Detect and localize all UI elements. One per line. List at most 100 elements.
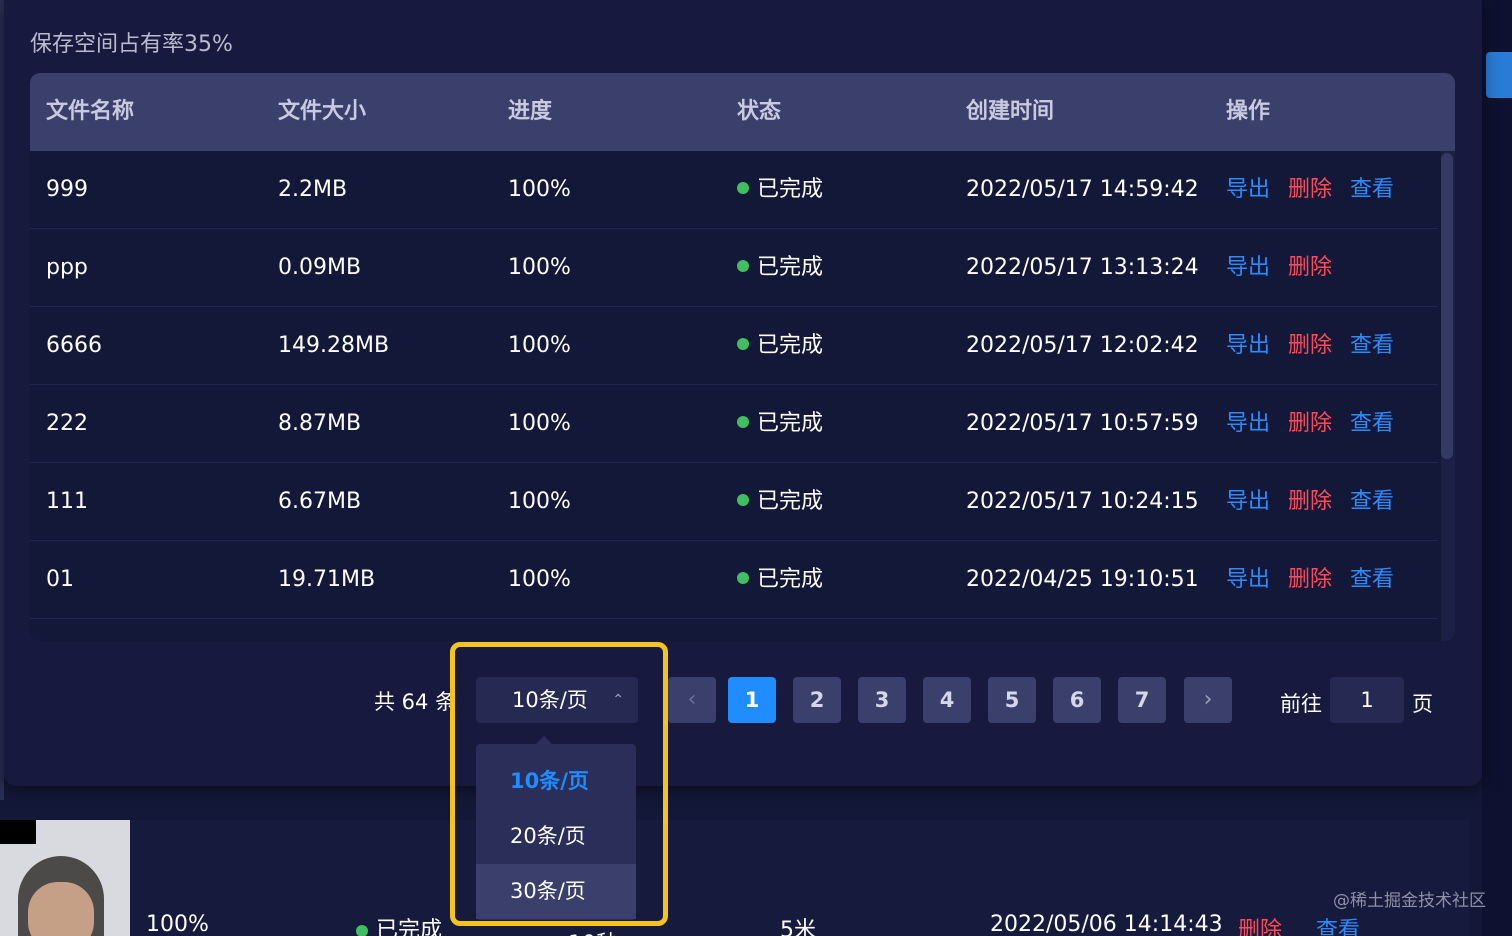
cell-status: 已完成 — [737, 463, 823, 541]
page-button-2[interactable]: 2 — [793, 677, 841, 723]
view-link[interactable]: 查看 — [1350, 177, 1394, 202]
cell-actions: 导出 删除 — [1226, 229, 1350, 307]
header-status: 状态 — [737, 99, 782, 124]
cell-progress: 100% — [508, 255, 571, 280]
status-dot-icon — [737, 260, 749, 272]
background-status: 已完成 — [356, 912, 442, 936]
page-button-6[interactable]: 6 — [1053, 677, 1101, 723]
chevron-right-icon: › — [1203, 687, 1213, 712]
page-button-4[interactable]: 4 — [923, 677, 971, 723]
status-label: 已完成 — [757, 177, 824, 202]
cell-actions: 导出 删除 查看 — [1226, 385, 1412, 463]
cell-file-size: 149.28MB — [278, 333, 390, 358]
cell-created-time: 2022/04/25 19:10:51 — [966, 567, 1199, 592]
cell-file-name: ppp — [46, 255, 88, 280]
cell-actions: 导出 删除 查看 — [1226, 541, 1412, 619]
cell-status: 已完成 — [737, 541, 823, 619]
export-link[interactable]: 导出 — [1226, 411, 1270, 436]
file-table: 文件名称 文件大小 进度 状态 创建时间 操作 999 2.2MB 100% 已… — [30, 73, 1455, 641]
cell-actions: 导出 删除 查看 — [1226, 463, 1412, 541]
cell-created-time: 2022/05/17 10:24:15 — [966, 489, 1199, 514]
cell-file-size: 0.09MB — [278, 255, 362, 280]
cell-progress: 100% — [508, 333, 571, 358]
background-right-strip — [1482, 0, 1512, 936]
export-link[interactable]: 导出 — [1226, 255, 1270, 280]
background-distance: 5米 — [780, 918, 816, 936]
page-button-5[interactable]: 5 — [988, 677, 1036, 723]
goto-label: 前往 — [1280, 692, 1322, 716]
annotation-highlight-box — [450, 642, 668, 926]
view-link[interactable]: 查看 — [1350, 333, 1394, 358]
status-dot-icon — [356, 925, 368, 936]
background-duration: 10秒 — [568, 926, 618, 936]
next-page-button[interactable]: › — [1184, 677, 1232, 723]
view-link[interactable]: 查看 — [1350, 411, 1394, 436]
status-label: 已完成 — [757, 333, 824, 358]
file-list-modal: 保存空间占有率35% 文件名称 文件大小 进度 状态 创建时间 操作 999 2… — [4, 0, 1482, 786]
cell-progress: 100% — [508, 411, 571, 436]
cell-actions: 导出 删除 查看 — [1226, 307, 1412, 385]
chevron-left-icon: ‹ — [687, 687, 697, 712]
cell-progress: 100% — [508, 177, 571, 202]
background-status-label: 已完成 — [376, 918, 443, 936]
status-label: 已完成 — [757, 489, 824, 514]
table-row: ppp 0.09MB 100% 已完成 2022/05/17 13:13:24 … — [30, 229, 1438, 307]
background-view-link[interactable]: 查看 — [1316, 912, 1360, 936]
pagination-total: 共 64 条 — [374, 690, 454, 714]
cell-file-name: 111 — [46, 489, 88, 514]
storage-usage-text: 保存空间占有率35% — [30, 32, 233, 57]
cell-status: 已完成 — [737, 385, 823, 463]
status-label: 已完成 — [757, 567, 824, 592]
cell-created-time: 2022/05/17 14:59:42 — [966, 177, 1199, 202]
table-row: 01 19.71MB 100% 已完成 2022/04/25 19:10:51 … — [30, 541, 1438, 619]
cell-progress: 100% — [508, 489, 571, 514]
cell-file-size: 19.71MB — [278, 567, 376, 592]
status-label: 已完成 — [757, 255, 824, 280]
cell-status: 已完成 — [737, 229, 823, 307]
export-link[interactable]: 导出 — [1226, 489, 1270, 514]
export-link[interactable]: 导出 — [1226, 177, 1270, 202]
table-scrollbar-thumb[interactable] — [1441, 153, 1453, 459]
delete-link[interactable]: 删除 — [1288, 489, 1332, 514]
delete-link[interactable]: 删除 — [1288, 411, 1332, 436]
cell-progress: 100% — [508, 567, 571, 592]
delete-link[interactable]: 删除 — [1288, 177, 1332, 202]
export-link[interactable]: 导出 — [1226, 567, 1270, 592]
header-actions: 操作 — [1226, 99, 1271, 124]
goto-page-input[interactable]: 1 — [1330, 677, 1404, 723]
export-link[interactable]: 导出 — [1226, 333, 1270, 358]
header-progress: 进度 — [508, 99, 553, 124]
background-thumbnail — [0, 820, 130, 936]
cell-created-time: 2022/05/17 10:57:59 — [966, 411, 1199, 436]
cell-file-name: 999 — [46, 177, 88, 202]
status-dot-icon — [737, 494, 749, 506]
delete-link[interactable]: 删除 — [1288, 567, 1332, 592]
watermark: @稀土掘金技术社区 — [1333, 891, 1486, 911]
header-file-name: 文件名称 — [46, 99, 135, 124]
page-button-7[interactable]: 7 — [1118, 677, 1166, 723]
view-link[interactable]: 查看 — [1350, 567, 1394, 592]
cell-created-time: 2022/05/17 13:13:24 — [966, 255, 1199, 280]
header-created-time: 创建时间 — [966, 99, 1055, 124]
delete-link[interactable]: 删除 — [1288, 255, 1332, 280]
status-dot-icon — [737, 338, 749, 350]
cell-actions: 导出 删除 查看 — [1226, 151, 1412, 229]
header-file-size: 文件大小 — [278, 99, 367, 124]
delete-link[interactable]: 删除 — [1288, 333, 1332, 358]
prev-page-button[interactable]: ‹ — [668, 677, 716, 723]
view-link[interactable]: 查看 — [1350, 489, 1394, 514]
background-created: 2022/05/06 14:14:43 — [990, 912, 1223, 936]
background-delete-link[interactable]: 删除 — [1238, 912, 1282, 936]
cell-file-size: 6.67MB — [278, 489, 362, 514]
cell-status: 已完成 — [737, 307, 823, 385]
cell-created-time: 2022/05/17 12:02:42 — [966, 333, 1199, 358]
page-button-1[interactable]: 1 — [728, 677, 776, 723]
status-label: 已完成 — [757, 411, 824, 436]
table-row: 6666 149.28MB 100% 已完成 2022/05/17 12:02:… — [30, 307, 1438, 385]
goto-suffix: 页 — [1412, 692, 1433, 716]
cell-file-name: 6666 — [46, 333, 102, 358]
table-header: 文件名称 文件大小 进度 状态 创建时间 操作 — [30, 73, 1455, 151]
page-button-3[interactable]: 3 — [858, 677, 906, 723]
table-row: 111 6.67MB 100% 已完成 2022/05/17 10:24:15 … — [30, 463, 1438, 541]
background-progress: 100% — [146, 912, 209, 936]
